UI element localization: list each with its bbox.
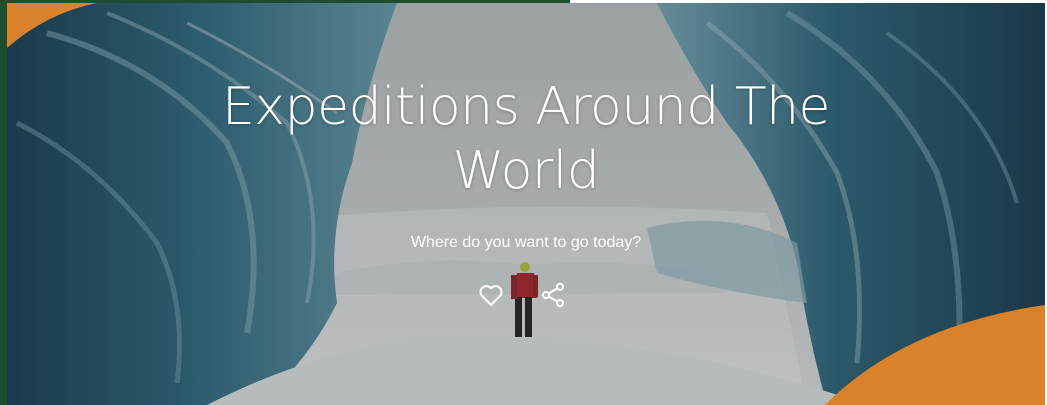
share-button[interactable]	[539, 281, 567, 309]
page-frame: Expeditions Around The World Where do yo…	[0, 0, 1047, 405]
subtitle: Where do you want to go today?	[410, 234, 642, 251]
heart-outline-icon	[479, 285, 503, 306]
action-row	[477, 281, 577, 311]
like-button[interactable]	[477, 281, 505, 309]
title-line-1: Expeditions Around The	[221, 77, 831, 137]
share-icon	[541, 282, 565, 308]
page-title: Expeditions Around The World	[7, 75, 1045, 203]
orange-corner-decoration	[825, 305, 1045, 405]
orange-corner-decoration	[7, 3, 97, 48]
title-line-2: World	[452, 141, 600, 201]
hero-banner: Expeditions Around The World Where do yo…	[7, 3, 1045, 405]
